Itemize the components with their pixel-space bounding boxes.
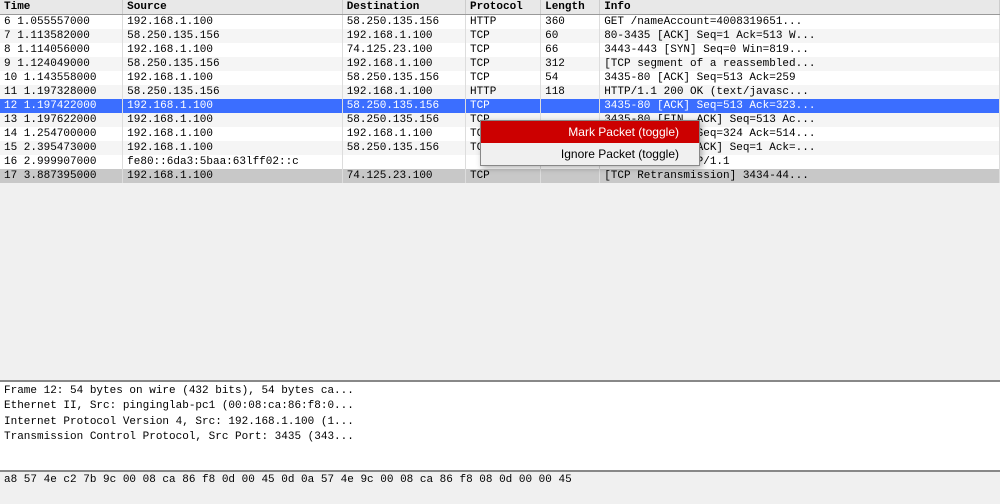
col-header-time: Time bbox=[0, 0, 123, 15]
detail-line: Ethernet II, Src: pinginglab-pc1 (00:08:… bbox=[4, 399, 996, 414]
packet-list-area: Time Source Destination Protocol Length … bbox=[0, 0, 1000, 380]
table-row[interactable]: 10 1.143558000192.168.1.10058.250.135.15… bbox=[0, 71, 1000, 85]
table-row[interactable]: 9 1.12404900058.250.135.156192.168.1.100… bbox=[0, 57, 1000, 71]
menu-label-0: Mark Packet (toggle) bbox=[568, 125, 679, 139]
hex-content: a8 57 4e c2 7b 9c 00 08 ca 86 f8 0d 00 4… bbox=[4, 474, 996, 486]
col-header-info: Info bbox=[600, 0, 1000, 15]
col-header-destination: Destination bbox=[342, 0, 465, 15]
menu-label-1: Ignore Packet (toggle) bbox=[561, 147, 679, 161]
hex-panel: a8 57 4e c2 7b 9c 00 08 ca 86 f8 0d 00 4… bbox=[0, 470, 1000, 500]
detail-line: Internet Protocol Version 4, Src: 192.16… bbox=[4, 415, 996, 430]
table-row[interactable]: 11 1.19732800058.250.135.156192.168.1.10… bbox=[0, 85, 1000, 99]
detail-panel: Frame 12: 54 bytes on wire (432 bits), 5… bbox=[0, 380, 1000, 470]
col-header-protocol: Protocol bbox=[465, 0, 540, 15]
menu-item-mark-packet-(toggle)[interactable]: Mark Packet (toggle) bbox=[481, 121, 699, 143]
detail-line: Transmission Control Protocol, Src Port:… bbox=[4, 430, 996, 445]
detail-lines: Frame 12: 54 bytes on wire (432 bits), 5… bbox=[4, 384, 996, 446]
table-row[interactable]: 6 1.055557000192.168.1.10058.250.135.156… bbox=[0, 15, 1000, 30]
col-header-length: Length bbox=[541, 0, 600, 15]
menu-item-ignore-packet-(toggle)[interactable]: Ignore Packet (toggle) bbox=[481, 143, 699, 165]
table-row[interactable]: 7 1.11358200058.250.135.156192.168.1.100… bbox=[0, 29, 1000, 43]
col-header-source: Source bbox=[123, 0, 343, 15]
table-row[interactable]: 8 1.114056000192.168.1.10074.125.23.100T… bbox=[0, 43, 1000, 57]
detail-line: Frame 12: 54 bytes on wire (432 bits), 5… bbox=[4, 384, 996, 399]
table-header-row: Time Source Destination Protocol Length … bbox=[0, 0, 1000, 15]
table-row[interactable]: 17 3.887395000192.168.1.10074.125.23.100… bbox=[0, 169, 1000, 183]
table-row[interactable]: 12 1.197422000192.168.1.10058.250.135.15… bbox=[0, 99, 1000, 113]
context-menu: Mark Packet (toggle) Ignore Packet (toggl… bbox=[480, 120, 700, 166]
